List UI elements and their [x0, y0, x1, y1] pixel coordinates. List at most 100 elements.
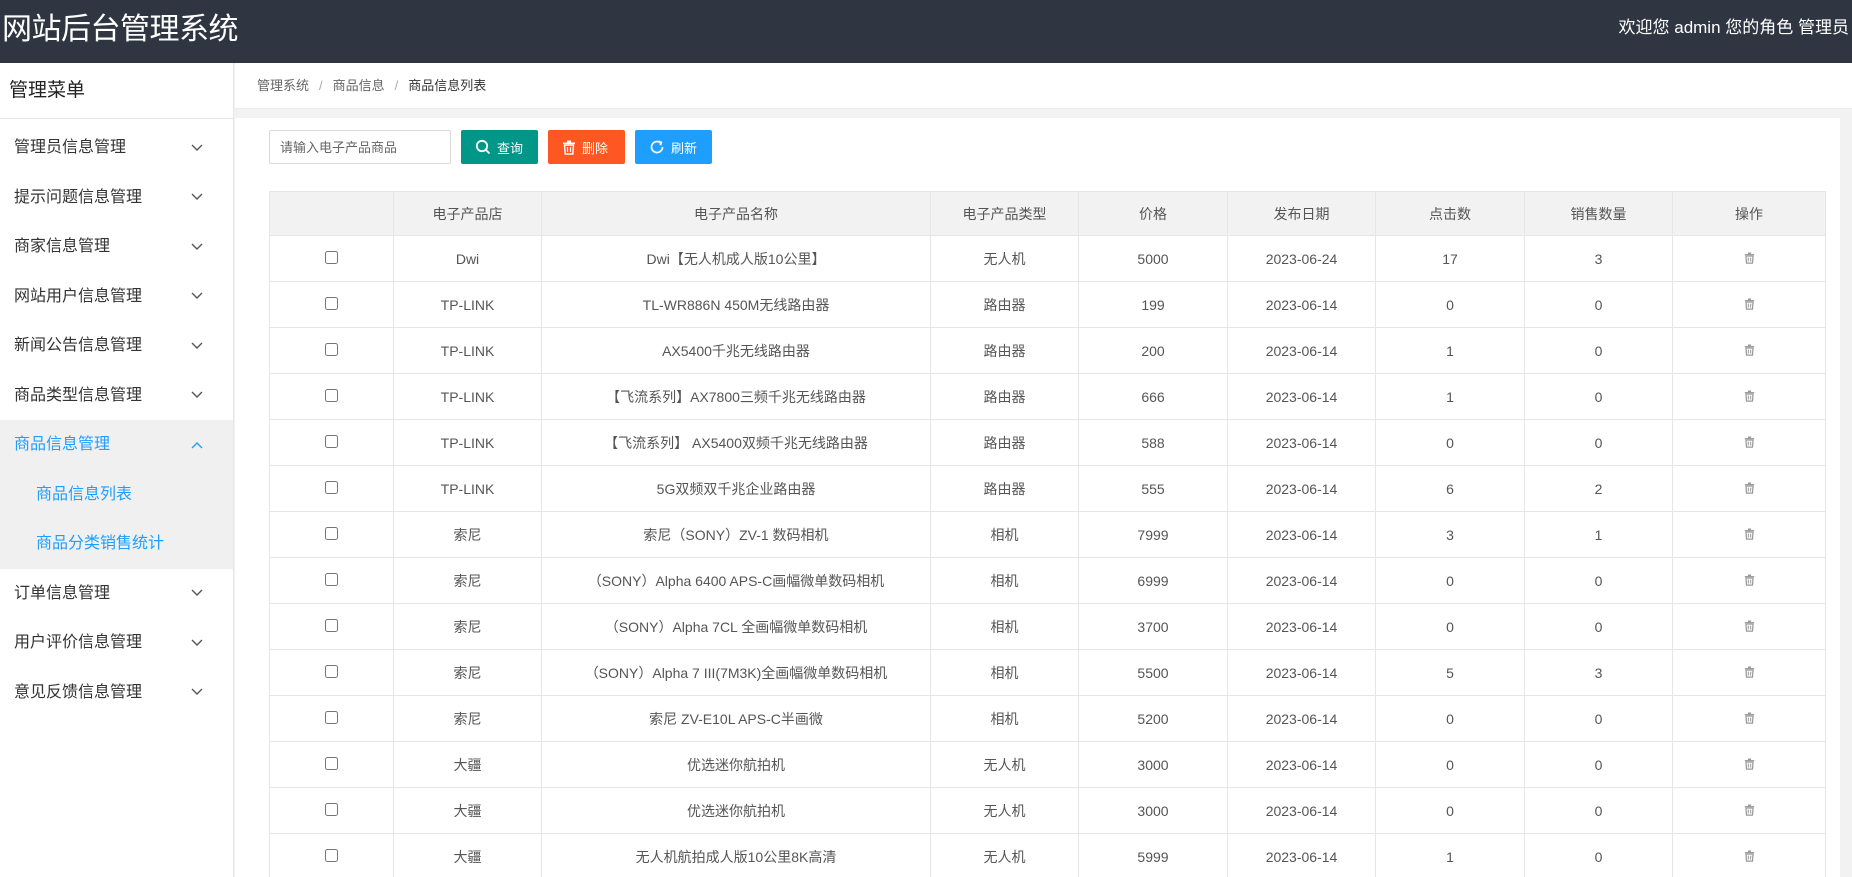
cell-price: 3700: [1078, 603, 1228, 650]
column-header-type: 电子产品类型: [930, 191, 1079, 236]
cell-date: 2023-06-14: [1227, 373, 1376, 420]
column-header-date: 发布日期: [1227, 191, 1376, 236]
row-checkbox[interactable]: [325, 296, 338, 310]
row-actions-cell: [1672, 419, 1826, 466]
sidebar-title: 管理菜单: [0, 63, 233, 119]
query-button-label: 查询: [497, 140, 524, 156]
sidebar-item-news[interactable]: 新闻公告信息管理: [0, 321, 233, 371]
sidebar-item-label: 商品信息管理: [14, 436, 111, 453]
trash-icon[interactable]: [1744, 665, 1755, 681]
sidebar-item-label: 提示问题信息管理: [14, 188, 143, 206]
row-select-cell: [269, 281, 394, 328]
delete-button-label: 删除: [582, 140, 609, 156]
sidebar-item-merchants[interactable]: 商家信息管理: [0, 222, 233, 272]
row-checkbox[interactable]: [325, 756, 338, 770]
cell-sales: 0: [1524, 557, 1673, 604]
cell-name: 【飞流系列】AX7800三频千兆无线路由器: [541, 373, 931, 420]
trash-icon[interactable]: [1744, 297, 1755, 313]
app-title: 网站后台管理系统: [2, 13, 239, 46]
trash-icon[interactable]: [1744, 251, 1755, 267]
row-checkbox[interactable]: [325, 802, 338, 816]
trash-icon[interactable]: [1744, 389, 1755, 405]
cell-type: 相机: [930, 511, 1079, 558]
row-select-cell: [269, 557, 394, 604]
breadcrumb-item[interactable]: 管理系统: [257, 78, 309, 93]
cell-date: 2023-06-14: [1227, 511, 1376, 558]
cell-store: 索尼: [393, 511, 542, 558]
sidebar-item-questions[interactable]: 提示问题信息管理: [0, 173, 233, 223]
top-header: 网站后台管理系统 欢迎您 admin 您的角色 管理员: [0, 0, 1852, 63]
row-checkbox[interactable]: [325, 618, 338, 632]
delete-button[interactable]: 删除: [548, 130, 625, 164]
sidebar-item-feedback[interactable]: 意见反馈信息管理: [0, 668, 233, 718]
trash-icon[interactable]: [1744, 527, 1755, 543]
table-row: 索尼 索尼（SONY）ZV-1 数码相机 相机 7999 2023-06-14 3 1: [269, 511, 1826, 558]
sidebar-item-orders[interactable]: 订单信息管理: [0, 569, 233, 619]
chevron-down-icon: [190, 371, 204, 421]
row-checkbox[interactable]: [325, 434, 338, 448]
submenu-item-category-sales[interactable]: 商品分类销售统计: [0, 519, 233, 569]
row-actions-cell: [1672, 649, 1826, 696]
trash-icon[interactable]: [1744, 849, 1755, 865]
sidebar-item-products[interactable]: 商品信息管理: [0, 420, 233, 470]
sidebar-item-users[interactable]: 网站用户信息管理: [0, 272, 233, 322]
trash-icon: [563, 140, 575, 155]
row-select-cell: [269, 833, 394, 877]
sidebar-item-admin[interactable]: 管理员信息管理: [0, 123, 233, 173]
trash-icon[interactable]: [1744, 343, 1755, 359]
cell-store: TP-LINK: [393, 281, 542, 328]
row-select-cell: [269, 419, 394, 466]
cell-name: 无人机航拍成人版10公里8K高清: [541, 833, 931, 877]
cell-date: 2023-06-14: [1227, 419, 1376, 466]
trash-icon[interactable]: [1744, 481, 1755, 497]
cell-store: TP-LINK: [393, 465, 542, 512]
row-checkbox[interactable]: [325, 848, 338, 862]
cell-clicks: 3: [1375, 511, 1525, 558]
breadcrumb-item[interactable]: 商品信息: [333, 78, 385, 93]
trash-icon[interactable]: [1744, 573, 1755, 589]
query-button[interactable]: 查询: [461, 130, 538, 164]
cell-clicks: 0: [1375, 419, 1525, 466]
row-select-cell: [269, 695, 394, 742]
trash-icon[interactable]: [1744, 435, 1755, 451]
search-input[interactable]: [269, 130, 451, 164]
trash-icon[interactable]: [1744, 619, 1755, 635]
cell-date: 2023-06-24: [1227, 235, 1376, 282]
cell-sales: 3: [1524, 235, 1673, 282]
cell-sales: 1: [1524, 511, 1673, 558]
row-checkbox[interactable]: [325, 710, 338, 724]
cell-sales: 0: [1524, 419, 1673, 466]
cell-date: 2023-06-14: [1227, 281, 1376, 328]
welcome-text: 欢迎您 admin 您的角色 管理员: [1618, 18, 1849, 37]
row-checkbox[interactable]: [325, 250, 338, 264]
sidebar-item-label: 网站用户信息管理: [14, 287, 143, 305]
row-checkbox[interactable]: [325, 526, 338, 540]
row-checkbox[interactable]: [325, 342, 338, 356]
table-header-row: 电子产品店 电子产品名称 电子产品类型 价格 发布日期 点击数 销售数量 操作: [269, 191, 1826, 236]
cell-type: 无人机: [930, 787, 1079, 834]
refresh-button[interactable]: 刷新: [635, 130, 712, 164]
trash-icon[interactable]: [1744, 711, 1755, 727]
row-checkbox[interactable]: [325, 664, 338, 678]
trash-icon[interactable]: [1744, 803, 1755, 819]
sidebar-item-product-types[interactable]: 商品类型信息管理: [0, 371, 233, 421]
cell-sales: 0: [1524, 833, 1673, 877]
product-table-wrap: 电子产品店 电子产品名称 电子产品类型 价格 发布日期 点击数 销售数量 操作 …: [269, 191, 1826, 877]
cell-store: 大疆: [393, 787, 542, 834]
column-header-clicks: 点击数: [1375, 191, 1525, 236]
table-row: 大疆 优选迷你航拍机 无人机 3000 2023-06-14 0 0: [269, 741, 1826, 788]
submenu-item-product-list[interactable]: 商品信息列表: [0, 470, 233, 520]
sidebar-item-label: 管理员信息管理: [14, 139, 127, 156]
table-body: Dwi Dwi【无人机成人版10公里】 无人机 5000 2023-06-24 17 3 TP…: [269, 235, 1826, 877]
trash-icon[interactable]: [1744, 757, 1755, 773]
cell-price: 6999: [1078, 557, 1228, 604]
cell-clicks: 17: [1375, 235, 1525, 282]
row-checkbox[interactable]: [325, 572, 338, 586]
row-checkbox[interactable]: [325, 388, 338, 402]
sidebar-item-reviews[interactable]: 用户评价信息管理: [0, 618, 233, 668]
cell-clicks: 1: [1375, 373, 1525, 420]
row-select-cell: [269, 465, 394, 512]
cell-sales: 0: [1524, 741, 1673, 788]
cell-clicks: 0: [1375, 741, 1525, 788]
row-checkbox[interactable]: [325, 480, 338, 494]
